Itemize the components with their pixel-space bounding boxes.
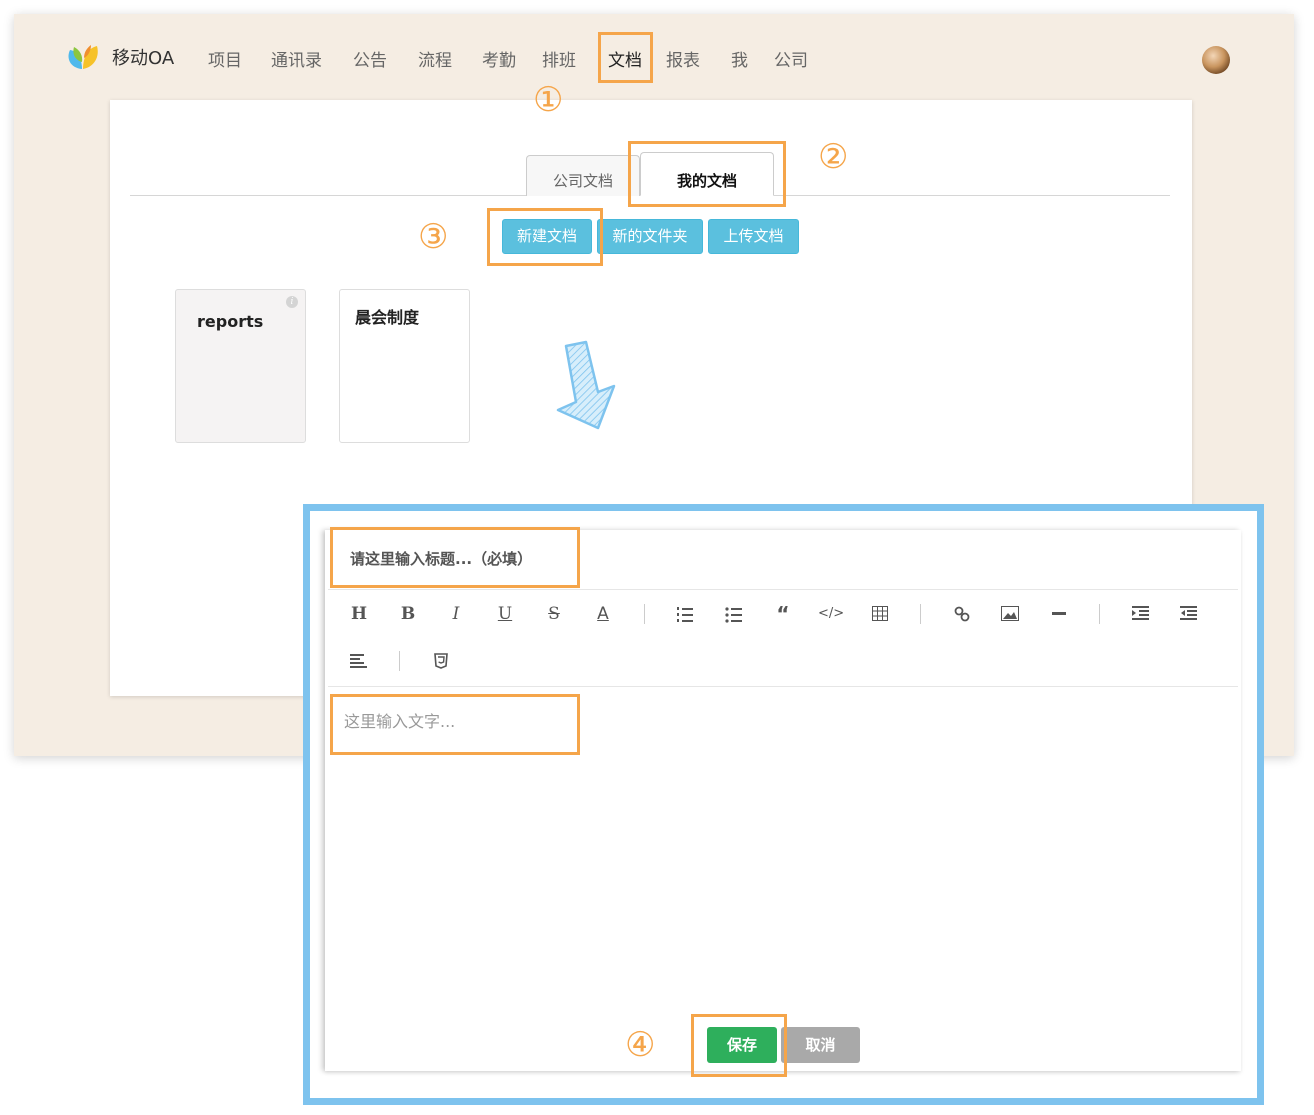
nav-item-scheduling[interactable]: 排班 bbox=[542, 46, 576, 71]
ordered-list-icon[interactable] bbox=[676, 605, 694, 623]
bold-icon[interactable]: B bbox=[395, 602, 421, 626]
nav-item-reports[interactable]: 报表 bbox=[666, 46, 700, 71]
table-icon[interactable] bbox=[872, 606, 888, 621]
toolbar-divider bbox=[328, 686, 1238, 687]
title-divider bbox=[328, 589, 1238, 590]
horizontal-rule-icon[interactable] bbox=[1052, 612, 1066, 615]
indent-icon[interactable] bbox=[1132, 605, 1150, 621]
cancel-button[interactable]: 取消 bbox=[781, 1027, 860, 1063]
toolbar-separator bbox=[399, 651, 400, 671]
nav-item-announcements[interactable]: 公告 bbox=[353, 46, 387, 71]
nav-item-me[interactable]: 我 bbox=[731, 46, 748, 71]
nav-item-contacts[interactable]: 通讯录 bbox=[271, 46, 322, 71]
tab-company-docs[interactable]: 公司文档 bbox=[526, 155, 640, 196]
html5-icon[interactable] bbox=[434, 653, 448, 669]
font-color-icon[interactable]: A bbox=[590, 602, 616, 626]
heading-icon[interactable]: H bbox=[346, 602, 372, 626]
folder-card-label: reports bbox=[197, 312, 264, 331]
nav-item-workflow[interactable]: 流程 bbox=[418, 46, 452, 71]
body-textarea[interactable] bbox=[330, 700, 578, 750]
link-icon[interactable] bbox=[953, 605, 971, 623]
nav-item-projects[interactable]: 项目 bbox=[208, 46, 242, 71]
tab-my-docs[interactable]: 我的文档 bbox=[640, 152, 774, 196]
nav-item-documents[interactable]: 文档 bbox=[608, 46, 642, 71]
step-4-marker: ④ bbox=[625, 1025, 656, 1065]
brand-name: 移动OA bbox=[112, 48, 175, 69]
step-2-marker: ② bbox=[818, 137, 849, 177]
upload-document-button[interactable]: 上传文档 bbox=[708, 219, 799, 254]
strikethrough-icon[interactable]: S bbox=[541, 602, 567, 626]
app-logo-icon bbox=[68, 45, 98, 69]
title-input[interactable] bbox=[332, 531, 578, 587]
underline-icon[interactable]: U bbox=[492, 602, 518, 626]
step-3-marker: ③ bbox=[418, 217, 449, 257]
toolbar-separator bbox=[644, 604, 645, 624]
code-icon[interactable]: </> bbox=[818, 602, 844, 626]
toolbar-separator bbox=[920, 604, 921, 624]
new-folder-button[interactable]: 新的文件夹 bbox=[597, 219, 703, 254]
folder-card-label: 晨会制度 bbox=[355, 308, 420, 327]
down-arrow-icon bbox=[556, 340, 616, 430]
nav-item-attendance[interactable]: 考勤 bbox=[482, 46, 516, 71]
save-button[interactable]: 保存 bbox=[707, 1027, 777, 1063]
nav-item-company[interactable]: 公司 bbox=[774, 46, 808, 71]
new-document-button[interactable]: 新建文档 bbox=[502, 219, 592, 254]
step-1-marker: ① bbox=[533, 80, 564, 120]
italic-icon[interactable]: I bbox=[443, 602, 469, 626]
image-icon[interactable] bbox=[1001, 606, 1019, 621]
unordered-list-icon[interactable] bbox=[725, 605, 743, 623]
outdent-icon[interactable] bbox=[1180, 605, 1198, 621]
align-left-icon[interactable] bbox=[350, 653, 368, 669]
quote-icon[interactable]: “ bbox=[770, 602, 796, 626]
info-icon[interactable]: i bbox=[286, 296, 298, 308]
user-avatar[interactable] bbox=[1202, 46, 1230, 74]
toolbar-separator bbox=[1099, 604, 1100, 624]
